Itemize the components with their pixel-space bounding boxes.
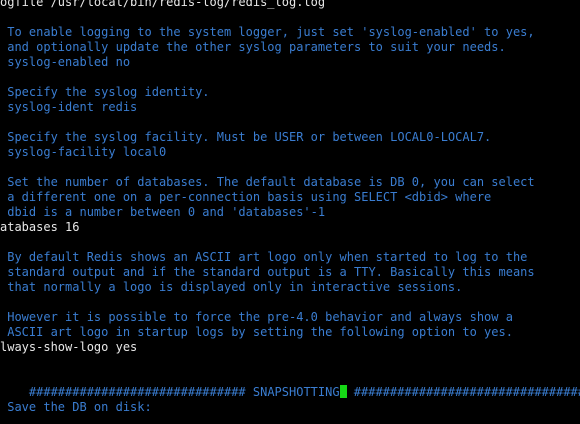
text-cursor	[339, 385, 347, 398]
terminal-line: syslog-ident redis	[0, 100, 138, 114]
terminal-line: atabases 16	[0, 220, 80, 234]
section-header-trailer: ################################	[346, 385, 580, 399]
terminal-line: Save the DB on disk:	[0, 400, 152, 414]
terminal-line: By default Redis shows an ASCII art logo…	[0, 250, 528, 264]
terminal-line: Set the number of databases. The default…	[0, 175, 535, 189]
terminal-window[interactable]: ogfile /usr/local/bin/redis-log/redis_lo…	[0, 0, 580, 424]
terminal-line: ############################## SNAPSHOTT…	[0, 370, 580, 399]
terminal-line: Specify the syslog identity.	[0, 85, 210, 99]
terminal-line: To enable logging to the system logger, …	[0, 25, 535, 39]
terminal-line: ogfile /usr/local/bin/redis-log/redis_lo…	[0, 0, 326, 9]
terminal-line: syslog-enabled no	[0, 55, 131, 69]
terminal-line: However it is possible to force the pre-…	[0, 310, 513, 324]
terminal-line: dbid is a number between 0 and 'database…	[0, 205, 326, 219]
terminal-line: standard output and if the standard outp…	[0, 265, 535, 279]
terminal-line: syslog-facility local0	[0, 145, 167, 159]
section-header-text: ############################## SNAPSHOTT…	[28, 385, 340, 399]
terminal-line: and optionally update the other syslog p…	[0, 40, 506, 54]
terminal-line: a different one on a per-connection basi…	[0, 190, 492, 204]
terminal-line: ASCII art logo in startup logs by settin…	[0, 325, 513, 339]
terminal-line: lways-show-logo yes	[0, 340, 138, 354]
terminal-line: Specify the syslog facility. Must be USE…	[0, 130, 492, 144]
terminal-line: that normally a logo is displayed only i…	[0, 280, 463, 294]
